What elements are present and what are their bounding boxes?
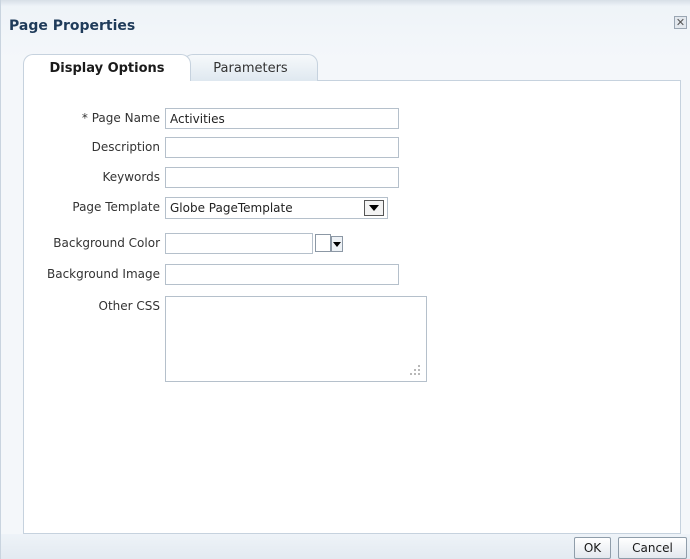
keywords-label: Keywords — [102, 170, 160, 184]
other-css-textarea[interactable] — [165, 296, 427, 382]
top-strip — [1, 0, 690, 6]
close-icon[interactable]: ✕ — [674, 16, 687, 29]
description-label: Description — [91, 140, 160, 154]
tab-display-options[interactable]: Display Options — [23, 54, 191, 81]
page-template-dropdown-button[interactable] — [364, 200, 384, 216]
resize-grip-icon[interactable] — [408, 363, 422, 377]
description-row: Description — [24, 137, 682, 159]
description-input[interactable] — [165, 137, 399, 158]
page-properties-dialog: Page Properties ✕ Parameters Display Opt… — [0, 0, 690, 559]
keywords-input[interactable] — [165, 167, 399, 188]
ok-button[interactable]: OK — [574, 537, 611, 559]
page-name-input[interactable] — [165, 108, 399, 129]
dialog-footer: OK Cancel — [1, 534, 690, 559]
color-swatch-icon[interactable] — [315, 234, 331, 252]
page-template-label: Page Template — [72, 200, 160, 214]
display-options-panel: * Page Name Description Keywords Page Te… — [23, 80, 681, 534]
background-color-input[interactable] — [165, 233, 313, 254]
other-css-label: Other CSS — [98, 299, 161, 313]
tab-bar: Parameters Display Options — [23, 54, 323, 81]
page-template-select[interactable]: Globe PageTemplate — [165, 197, 388, 219]
page-template-value: Globe PageTemplate — [170, 201, 293, 215]
background-image-row: Background Image — [24, 264, 682, 286]
background-image-label: Background Image — [47, 267, 160, 281]
cancel-button[interactable]: Cancel — [618, 537, 687, 559]
dialog-title: Page Properties — [9, 18, 136, 34]
page-name-label: * Page Name — [81, 111, 160, 125]
background-image-input[interactable] — [165, 264, 399, 285]
keywords-row: Keywords — [24, 167, 682, 189]
background-color-label: Background Color — [53, 236, 160, 250]
dropdown-arrow-icon — [369, 205, 379, 211]
page-template-row: Page Template Globe PageTemplate — [24, 197, 682, 219]
other-css-row: Other CSS — [24, 296, 682, 386]
page-name-row: * Page Name — [24, 108, 682, 130]
color-picker-dropdown-button[interactable] — [331, 236, 343, 252]
dropdown-arrow-icon — [333, 242, 341, 247]
background-color-row: Background Color — [24, 233, 682, 255]
tab-parameters[interactable]: Parameters — [183, 54, 318, 81]
